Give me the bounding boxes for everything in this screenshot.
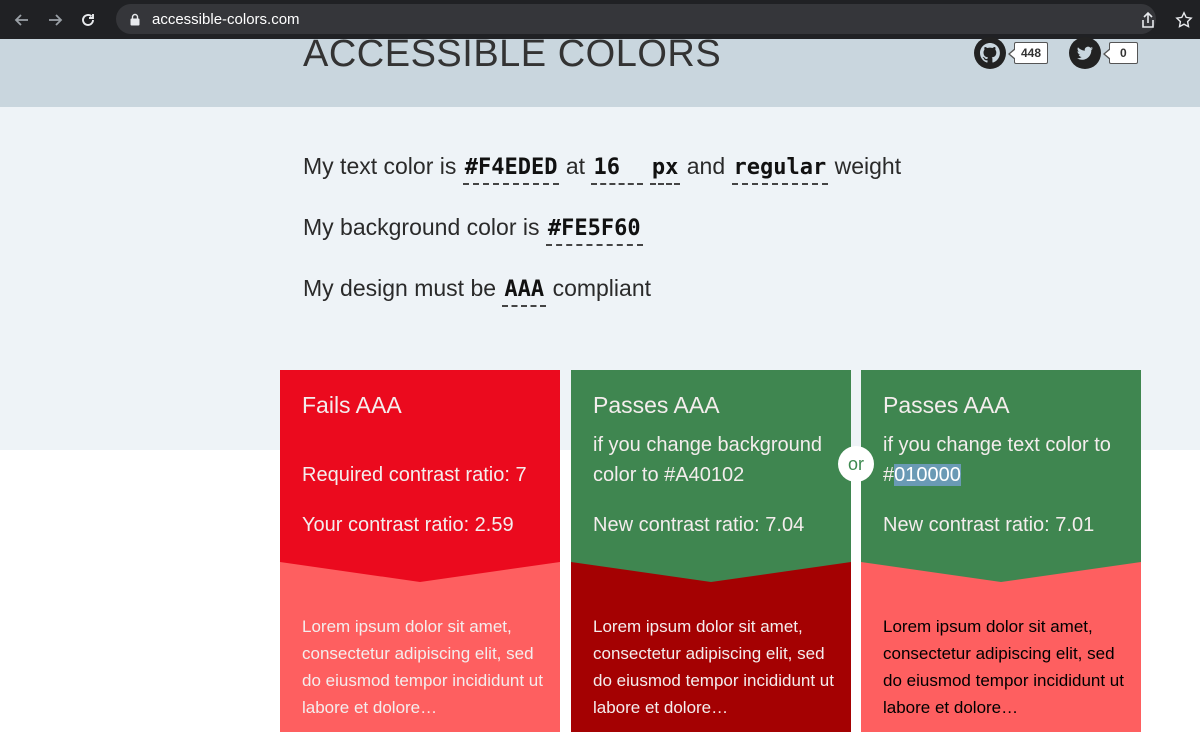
background-settings-sentence: My background color is #FE5F60	[303, 214, 643, 246]
background-color-label: My background color is	[303, 214, 540, 240]
back-button[interactable]	[11, 9, 33, 31]
share-button[interactable]	[1140, 0, 1156, 39]
hash-symbol: #	[883, 464, 895, 486]
compliance-label: My design must be	[303, 275, 497, 301]
twitter-count[interactable]: 0	[1103, 42, 1138, 64]
arrow-right-icon	[49, 13, 63, 26]
reload-button[interactable]	[77, 9, 99, 31]
pass-background-arrow	[571, 562, 851, 582]
site-title: ACCESSIBLE COLORS	[303, 33, 722, 75]
text-settings-sentence: My text color is #F4EDED at 16 px and re…	[303, 153, 901, 185]
font-size-input[interactable]: 16	[591, 155, 644, 185]
pass-background-heading: Passes AAA	[593, 392, 720, 418]
pass-text-heading: Passes AAA	[883, 392, 1010, 418]
address-bar[interactable]: accessible-colors.com	[116, 4, 1156, 34]
fail-card: Fails AAA Required contrast ratio: 7 You…	[280, 370, 560, 732]
pass-text-ratio: New contrast ratio: 7.01	[883, 514, 1095, 536]
required-ratio-text: Required contrast ratio: 7	[302, 464, 527, 486]
your-ratio-text: Your contrast ratio: 2.59	[302, 514, 514, 536]
weight-label: weight	[834, 153, 902, 179]
suggested-text-color[interactable]: 010000	[894, 464, 961, 486]
compliance-settings-sentence: My design must be AAA compliant	[303, 275, 651, 307]
pass-background-line1: if you change background	[593, 434, 823, 456]
pass-text-line1: if you change text color to	[883, 434, 1111, 456]
text-color-label: My text color is	[303, 153, 457, 179]
star-icon	[1175, 10, 1193, 28]
or-badge: or	[838, 446, 874, 482]
pass-text-arrow	[861, 562, 1141, 582]
pass-text-card: Passes AAA if you change text color to #…	[861, 370, 1141, 732]
compliant-label: compliant	[552, 275, 651, 301]
twitter-share-widget[interactable]: 0	[1069, 37, 1138, 69]
pass-background-ratio: New contrast ratio: 7.04	[593, 514, 805, 536]
fail-lorem-text: Lorem ipsum dolor sit amet, consectetur …	[302, 617, 543, 717]
github-icon	[974, 37, 1006, 69]
fail-card-arrow	[280, 562, 560, 582]
and-label: and	[686, 153, 726, 179]
reload-icon	[82, 13, 94, 26]
bookmark-button[interactable]	[1175, 0, 1193, 39]
pass-text-color-line: #010000	[883, 460, 961, 490]
share-icon	[1142, 11, 1154, 28]
background-color-input[interactable]: #FE5F60	[545, 216, 643, 246]
pass-background-lorem-text: Lorem ipsum dolor sit amet, consectetur …	[593, 617, 834, 717]
github-star-widget[interactable]: 448	[974, 37, 1049, 69]
compliance-level-select[interactable]: AAA	[502, 277, 547, 307]
lock-icon	[130, 13, 140, 25]
arrow-left-icon	[14, 13, 28, 26]
font-weight-select[interactable]: regular	[731, 155, 829, 185]
pass-background-card: Passes AAA if you change background colo…	[571, 370, 851, 732]
font-unit-select[interactable]: px	[649, 155, 681, 185]
url-text: accessible-colors.com	[152, 10, 300, 28]
at-label: at	[565, 153, 586, 179]
fail-card-heading: Fails AAA	[302, 392, 402, 418]
pass-text-lorem-text: Lorem ipsum dolor sit amet, consectetur …	[883, 617, 1124, 717]
pass-background-line2: color to #A40102	[593, 464, 745, 486]
github-count[interactable]: 448	[1007, 42, 1049, 64]
twitter-icon	[1069, 37, 1101, 69]
forward-button[interactable]	[44, 9, 66, 31]
text-color-input[interactable]: #F4EDED	[462, 155, 560, 185]
